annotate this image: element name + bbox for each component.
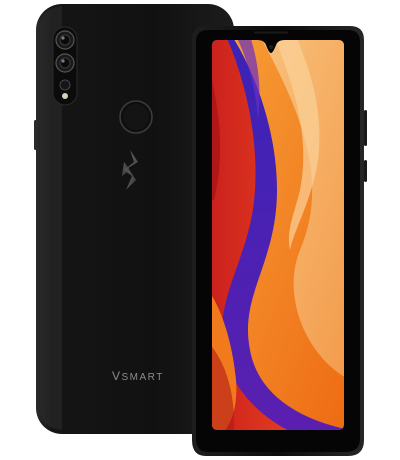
- phone-front: [192, 26, 367, 456]
- phone-screen: [212, 40, 344, 430]
- front-power-button: [364, 160, 367, 182]
- triple-camera-icon: [52, 26, 78, 106]
- front-volume-button: [364, 110, 367, 146]
- brand-wordmark: VSMART: [112, 369, 164, 383]
- product-illustration: VSMART: [34, 4, 367, 456]
- back-side-button: [34, 120, 37, 150]
- earpiece: [254, 31, 288, 34]
- fingerprint-sensor-icon: [119, 100, 153, 134]
- product-scene: VSMART: [0, 0, 400, 460]
